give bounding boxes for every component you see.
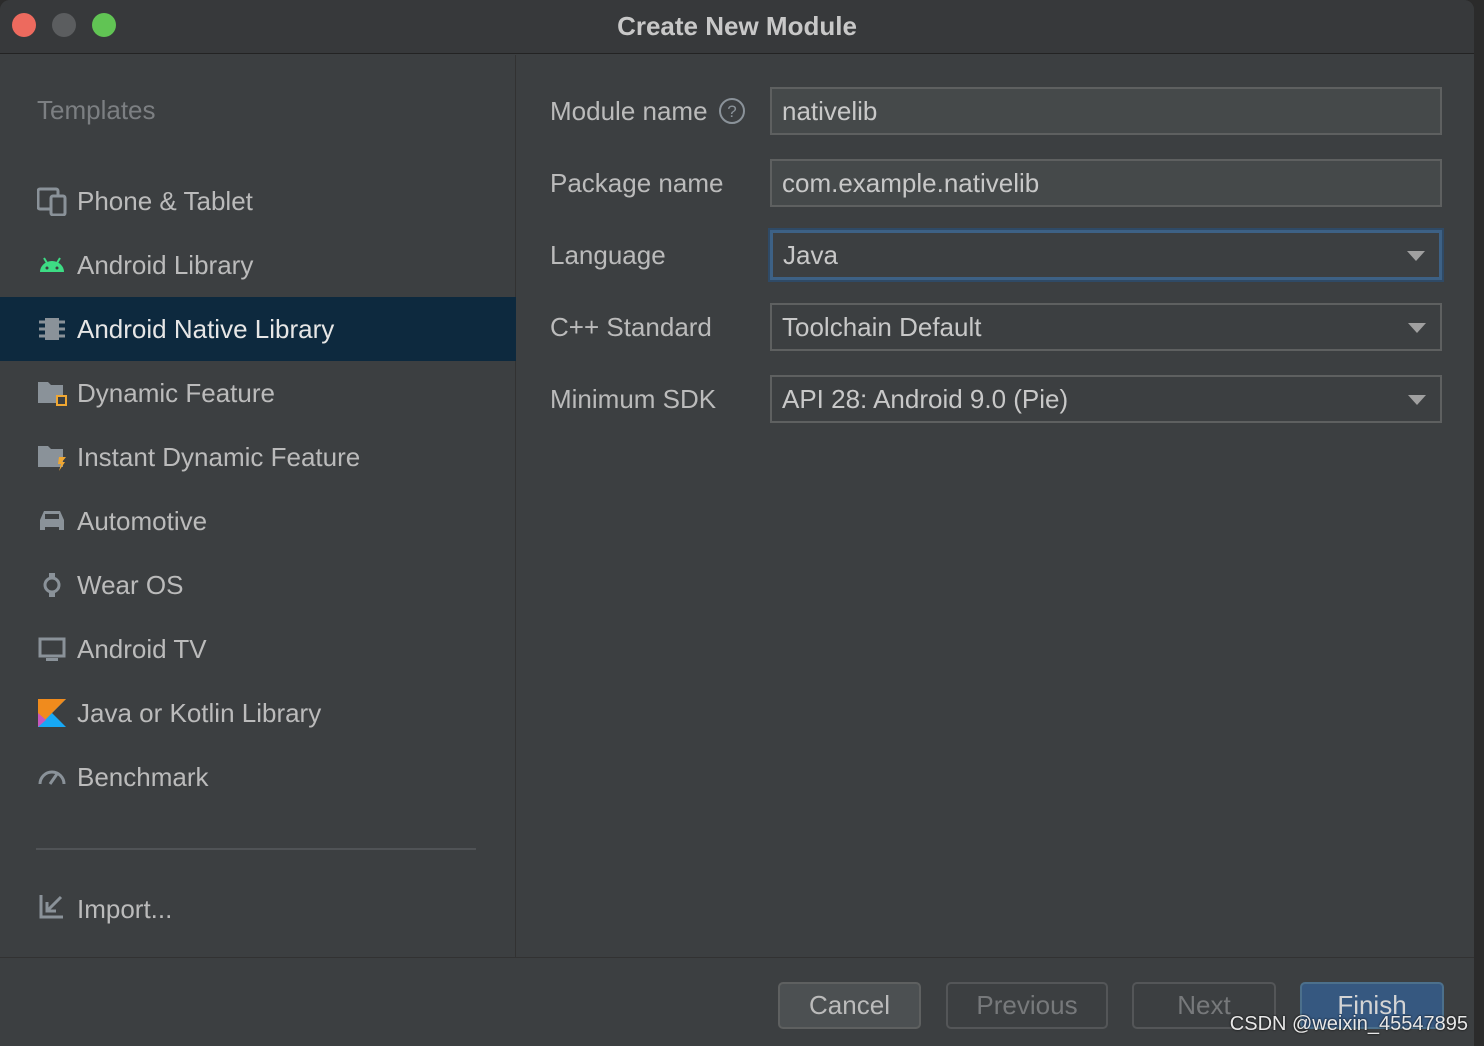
module-name-label: Module name: [550, 95, 708, 126]
cpp-standard-row: C++ Standard: [550, 303, 770, 351]
previous-button[interactable]: Previous: [946, 982, 1108, 1029]
car-icon: [37, 506, 67, 536]
template-label: Android Native Library: [77, 313, 335, 344]
template-label: Wear OS: [77, 569, 184, 600]
gauge-icon: [37, 762, 67, 792]
module-name-input[interactable]: nativelib: [770, 87, 1442, 135]
module-form: Module name ? nativelib Package name com…: [517, 55, 1474, 957]
template-benchmark[interactable]: Benchmark: [0, 745, 516, 809]
package-name-input[interactable]: com.example.nativelib: [770, 159, 1442, 207]
template-label: Instant Dynamic Feature: [77, 441, 361, 472]
module-name-row: Module name ?: [550, 87, 770, 135]
import-icon: [37, 891, 67, 928]
template-label: Java or Kotlin Library: [77, 697, 322, 728]
template-phone-tablet[interactable]: Phone & Tablet: [0, 169, 516, 233]
chip-icon: [37, 314, 67, 344]
dynamic-feature-folder-icon: [37, 378, 67, 408]
kotlin-icon: [37, 698, 67, 728]
minimum-sdk-label: Minimum SDK: [550, 383, 717, 414]
template-android-library[interactable]: Android Library: [0, 233, 516, 297]
template-wear-os[interactable]: Wear OS: [0, 553, 516, 617]
title-bar: Create New Module: [0, 0, 1474, 54]
watermark: CSDN @weixin_45547895: [1229, 1013, 1468, 1035]
cpp-standard-value: Toolchain Default: [782, 311, 982, 342]
language-row: Language: [550, 231, 770, 279]
templates-heading: Templates: [37, 95, 156, 125]
template-android-native-library[interactable]: Android Native Library: [0, 297, 516, 361]
template-label: Phone & Tablet: [77, 185, 253, 216]
cpp-standard-dropdown[interactable]: Toolchain Default: [770, 303, 1442, 351]
android-icon: [37, 250, 67, 280]
chevron-down-icon: [1408, 395, 1426, 405]
template-instant-dynamic-feature[interactable]: Instant Dynamic Feature: [0, 425, 516, 489]
instant-feature-folder-icon: [37, 442, 67, 472]
template-java-kotlin-library[interactable]: Java or Kotlin Library: [0, 681, 516, 745]
cancel-button[interactable]: Cancel: [778, 982, 921, 1029]
help-icon[interactable]: ?: [718, 97, 746, 125]
import-label: Import...: [77, 894, 173, 924]
import-button[interactable]: Import...: [37, 891, 172, 928]
minimum-sdk-dropdown[interactable]: API 28: Android 9.0 (Pie): [770, 375, 1442, 423]
template-label: Dynamic Feature: [77, 377, 275, 408]
template-android-tv[interactable]: Android TV: [0, 617, 516, 681]
package-name-row: Package name: [550, 159, 770, 207]
chevron-down-icon: [1407, 251, 1425, 261]
tv-icon: [37, 634, 67, 664]
template-label: Automotive: [77, 505, 208, 536]
template-label: Android Library: [77, 249, 254, 280]
svg-text:?: ?: [727, 102, 736, 121]
template-dynamic-feature[interactable]: Dynamic Feature: [0, 361, 516, 425]
cpp-standard-label: C++ Standard: [550, 311, 712, 342]
template-automotive[interactable]: Automotive: [0, 489, 516, 553]
minimum-sdk-row: Minimum SDK: [550, 375, 770, 423]
chevron-down-icon: [1408, 323, 1426, 333]
language-label: Language: [550, 239, 666, 270]
template-label: Android TV: [77, 633, 207, 664]
phone-tablet-icon: [37, 186, 67, 216]
minimum-sdk-value: API 28: Android 9.0 (Pie): [782, 383, 1069, 414]
window-title: Create New Module: [617, 11, 857, 41]
package-name-label: Package name: [550, 167, 724, 198]
create-module-dialog: Create New Module Templates Phone & Tabl…: [0, 0, 1474, 1046]
language-value: Java: [783, 239, 838, 270]
template-label: Benchmark: [77, 761, 209, 792]
language-dropdown[interactable]: Java: [770, 230, 1442, 280]
watch-icon: [37, 570, 67, 600]
templates-sidebar: Templates Phone & Tablet Android Library…: [0, 55, 516, 957]
sidebar-divider: [36, 848, 476, 850]
